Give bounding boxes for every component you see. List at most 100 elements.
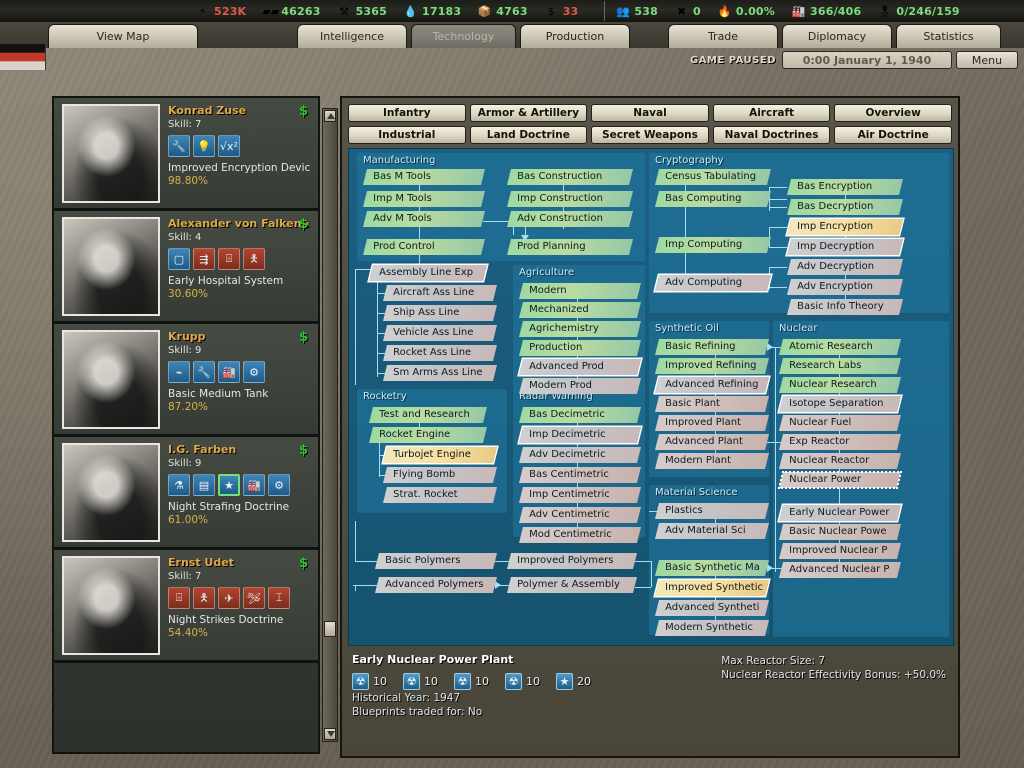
trait-icon[interactable]: √x² [218, 135, 240, 157]
tech-node[interactable]: Adv Encryption [787, 279, 903, 295]
tech-node[interactable]: Bas Decryption [787, 199, 903, 215]
scroll-down-arrow[interactable] [324, 728, 336, 740]
scientist-row[interactable]: $ Ernst Udet Skill: 7 ⌹🯅✈🛩⌶ Night Strike… [54, 550, 318, 663]
tech-node[interactable]: Advanced Nuclear P [779, 562, 901, 578]
tech-node[interactable]: Bas Decimetric [519, 407, 641, 423]
tech-node[interactable]: Modern Prod [519, 378, 641, 394]
tech-node[interactable]: Turbojet Engine [383, 447, 497, 463]
tech-node[interactable]: Isotope Separation [779, 396, 901, 412]
tech-node[interactable]: Imp Encryption [787, 219, 903, 235]
trait-icon[interactable]: 🔧 [168, 135, 190, 157]
tech-category-overview[interactable]: Overview [834, 104, 952, 122]
trait-icon[interactable]: ⌶ [268, 587, 290, 609]
tech-node[interactable]: Improved Refining [655, 358, 769, 374]
tech-node[interactable]: Modern Plant [655, 453, 769, 469]
trait-icon[interactable]: 🯅 [193, 587, 215, 609]
tech-node[interactable]: Improved Nuclear P [779, 543, 901, 559]
trait-icon[interactable]: 🛩 [243, 587, 265, 609]
tech-node[interactable]: Prod Planning [507, 239, 633, 255]
tech-node[interactable]: Rocket Engine [369, 427, 487, 443]
trait-icon[interactable]: ⚙ [243, 361, 265, 383]
scientist-scrollbar[interactable] [322, 108, 338, 742]
tech-node[interactable]: Improved Plant [655, 415, 769, 431]
tech-node[interactable]: Basic Synthetic Ma [655, 560, 769, 576]
trait-icon[interactable]: ⚙ [268, 474, 290, 496]
tech-node[interactable]: Basic Refining [655, 339, 769, 355]
tech-node[interactable]: Modern [519, 283, 641, 299]
tech-node[interactable]: Nuclear Reactor [779, 453, 901, 469]
tech-category-secret-weapons[interactable]: Secret Weapons [591, 126, 709, 144]
tech-node[interactable]: Mechanized [519, 302, 641, 318]
tech-node[interactable]: Flying Bomb [383, 467, 497, 483]
tech-node[interactable]: Aircraft Ass Line [383, 285, 497, 301]
tech-node[interactable]: Imp M Tools [363, 191, 485, 207]
tech-node[interactable]: Bas Centimetric [519, 467, 641, 483]
trait-icon[interactable]: ⌹ [168, 587, 190, 609]
tech-node[interactable]: Nuclear Research [779, 377, 901, 393]
tech-category-row-1[interactable]: InfantryArmor & ArtilleryNavalAircraftOv… [348, 104, 952, 122]
tab-technology[interactable]: Technology [411, 24, 516, 48]
trait-icon[interactable]: 💡 [193, 135, 215, 157]
tech-node[interactable]: Advanced Polymers [375, 577, 497, 593]
tech-category-naval-doctrines[interactable]: Naval Doctrines [713, 126, 831, 144]
tech-node[interactable]: Adv Decryption [787, 259, 903, 275]
tech-node[interactable]: Assembly Line Exp [369, 265, 487, 281]
tech-node[interactable]: Imp Centimetric [519, 487, 641, 503]
tech-node[interactable]: Prod Control [363, 239, 485, 255]
tech-node[interactable]: Basic Nuclear Powe [779, 524, 901, 540]
tech-node[interactable]: Vehicle Ass Line [383, 325, 497, 341]
tech-node[interactable]: Imp Computing [655, 237, 771, 253]
tech-node[interactable]: Strat. Rocket [383, 487, 497, 503]
tech-node[interactable]: Adv Centimetric [519, 507, 641, 523]
scientist-row[interactable]: $ Konrad Zuse Skill: 7 🔧💡√x² Improved En… [54, 98, 318, 211]
tech-category-row-2[interactable]: IndustrialLand DoctrineSecret WeaponsNav… [348, 126, 952, 144]
tech-node[interactable]: Bas M Tools [363, 169, 485, 185]
trait-icon[interactable]: 🔧 [193, 361, 215, 383]
tech-node[interactable]: Census Tabulating [655, 169, 771, 185]
tech-node[interactable]: Imp Decryption [787, 239, 903, 255]
tech-node[interactable]: Sm Arms Ass Line [383, 365, 497, 381]
scrollbar-thumb[interactable] [324, 621, 336, 637]
tab-view-map[interactable]: View Map [48, 24, 198, 48]
tech-node[interactable]: Adv Construction [507, 211, 633, 227]
menu-button[interactable]: Menu [956, 51, 1018, 69]
tech-category-infantry[interactable]: Infantry [348, 104, 466, 122]
tech-node[interactable]: Bas Encryption [787, 179, 903, 195]
main-tab-bar[interactable]: View Map Intelligence Technology Product… [0, 22, 1024, 48]
tech-category-land-doctrine[interactable]: Land Doctrine [470, 126, 588, 144]
scientist-row[interactable]: $ Krupp Skill: 9 ⌁🔧🏭⚙ Basic Medium Tank … [54, 324, 318, 437]
tech-node[interactable]: Basic Polymers [375, 553, 497, 569]
tech-node[interactable]: Bas Construction [507, 169, 633, 185]
tab-trade[interactable]: Trade [668, 24, 778, 48]
trait-icon[interactable]: ⌹ [218, 248, 240, 270]
tech-node[interactable]: Atomic Research [779, 339, 901, 355]
trait-icon[interactable]: ⚗ [168, 474, 190, 496]
tech-node[interactable]: Basic Plant [655, 396, 769, 412]
scientist-row[interactable]: $ Alexander von Falkenha Skill: 4 ▢⇶⌹🯅 E… [54, 211, 318, 324]
trait-icon[interactable]: 🯅 [243, 248, 265, 270]
scientist-list-panel[interactable]: $ Konrad Zuse Skill: 7 🔧💡√x² Improved En… [52, 96, 320, 754]
trait-icon[interactable]: 🏭 [218, 361, 240, 383]
scientist-row[interactable]: $ I.G. Farben Skill: 9 ⚗▤★🏭⚙ Night Straf… [54, 437, 318, 550]
tech-node[interactable]: Advanced Plant [655, 434, 769, 450]
tech-node[interactable]: Production [519, 340, 641, 356]
tech-category-armor-artillery[interactable]: Armor & Artillery [470, 104, 588, 122]
tech-category-naval[interactable]: Naval [591, 104, 709, 122]
tech-node[interactable]: Bas Computing [655, 191, 771, 207]
tab-statistics[interactable]: Statistics [896, 24, 1001, 48]
tech-node[interactable]: Rocket Ass Line [383, 345, 497, 361]
tech-node[interactable]: Advanced Refining [655, 377, 769, 393]
tech-category-industrial[interactable]: Industrial [348, 126, 466, 144]
tech-node[interactable]: Nuclear Power [779, 472, 901, 488]
tech-tree-canvas[interactable]: Manufacturing Cryptography Agriculture R… [348, 148, 954, 646]
trait-icon[interactable]: ▤ [193, 474, 215, 496]
scroll-up-arrow[interactable] [324, 110, 336, 122]
tech-node[interactable]: Agrichemistry [519, 321, 641, 337]
trait-icon[interactable]: ▢ [168, 248, 190, 270]
tech-node[interactable]: Adv Material Sci [655, 523, 769, 539]
tab-intelligence[interactable]: Intelligence [297, 24, 407, 48]
tech-node[interactable]: Ship Ass Line [383, 305, 497, 321]
tech-node[interactable]: Improved Synthetic [655, 580, 769, 596]
tech-node[interactable]: Modern Synthetic [655, 620, 769, 636]
trait-icon[interactable]: ✈ [218, 587, 240, 609]
